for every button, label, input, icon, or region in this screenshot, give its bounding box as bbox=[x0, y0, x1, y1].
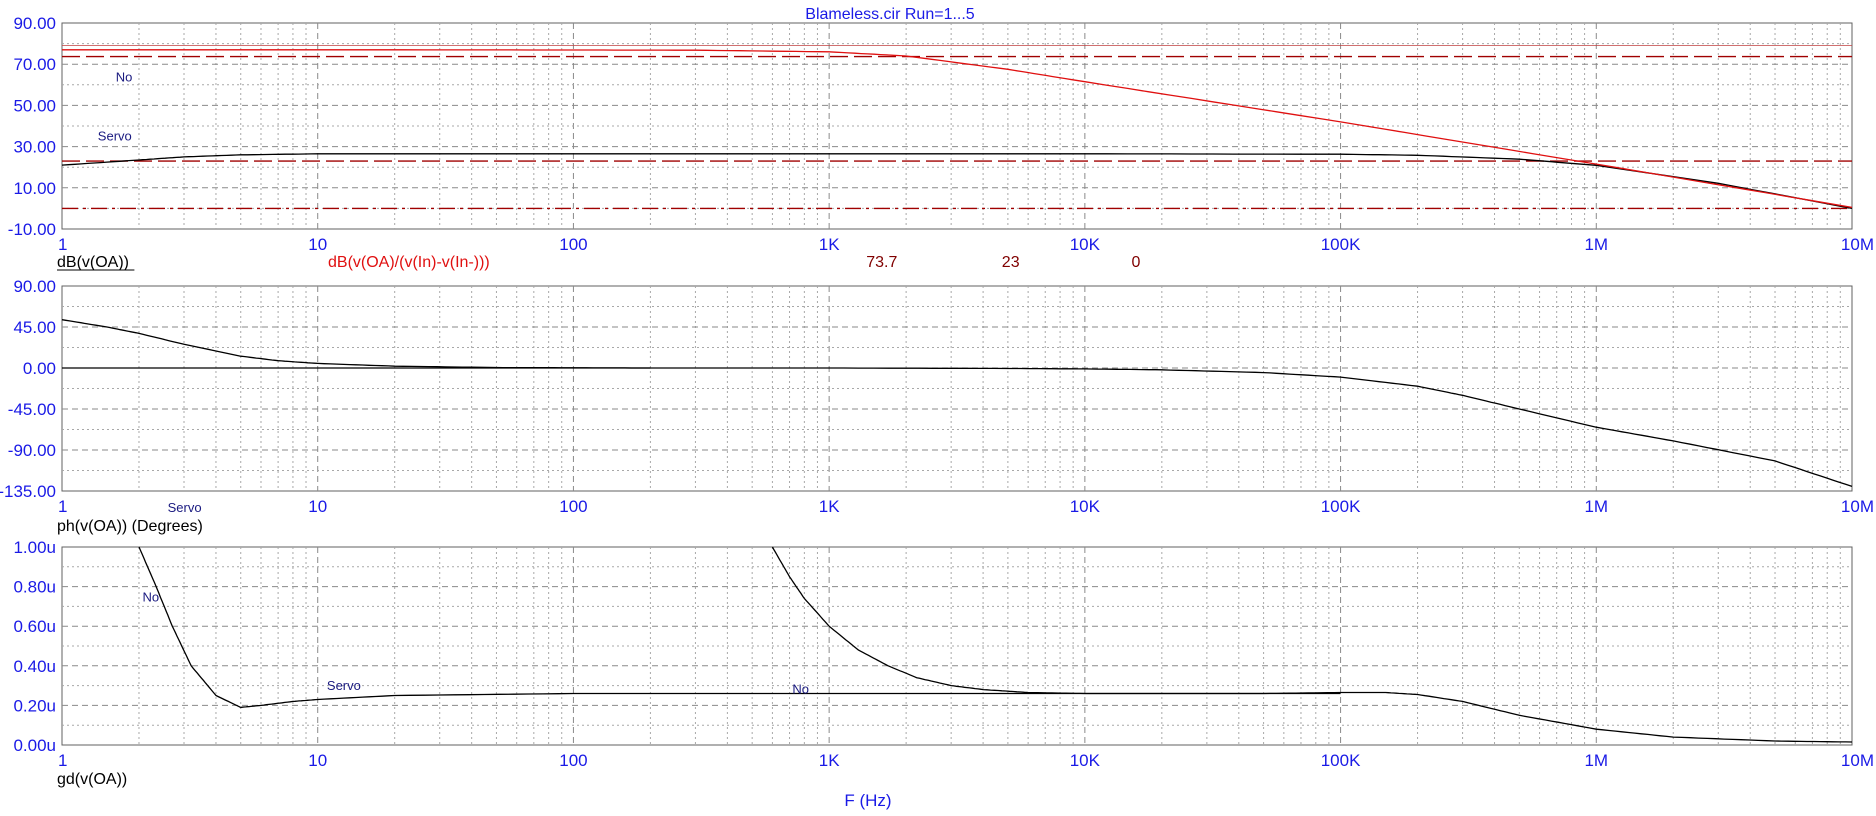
panel-ylabel: dB(v(OA)) bbox=[57, 254, 129, 271]
x-tick-label: 1 bbox=[58, 751, 67, 770]
x-tick-label: 100K bbox=[1321, 235, 1361, 254]
x-tick-label: 10K bbox=[1070, 235, 1101, 254]
marker-value-label: 23 bbox=[1002, 254, 1020, 271]
x-tick-label: 10M bbox=[1841, 751, 1874, 770]
y-tick-label: 0.00u bbox=[13, 736, 56, 755]
y-tick-label: 0.20u bbox=[13, 696, 56, 715]
x-tick-label: 1K bbox=[819, 751, 840, 770]
trace-annotation: Servo bbox=[327, 678, 361, 693]
x-tick-label: 100 bbox=[559, 235, 587, 254]
y-tick-label: -135.00 bbox=[0, 482, 56, 501]
y-tick-label: 70.00 bbox=[13, 55, 56, 74]
x-tick-label: 10 bbox=[308, 497, 327, 516]
chart-title: Blameless.cir Run=1...5 bbox=[805, 6, 975, 23]
series-line bbox=[62, 49, 1853, 209]
marker-value-label: 0 bbox=[1132, 254, 1141, 271]
x-tick-label: 1 bbox=[58, 497, 67, 516]
x-tick-label: 1 bbox=[58, 235, 67, 254]
y-tick-label: 50.00 bbox=[13, 96, 56, 115]
x-tick-label: 1K bbox=[819, 497, 840, 516]
x-tick-label: 10K bbox=[1070, 497, 1101, 516]
y-tick-label: -10.00 bbox=[8, 220, 56, 239]
x-tick-label: 100K bbox=[1321, 751, 1361, 770]
y-tick-label: 0.40u bbox=[13, 657, 56, 676]
magnitude-panel: 90.00 70.00 50.00 30.00 10.00 -10.001 10 100 1K 1… bbox=[8, 14, 1874, 271]
x-tick-label: 100 bbox=[559, 751, 587, 770]
x-tick-label: 100 bbox=[559, 497, 587, 516]
y-tick-label: 1.00u bbox=[13, 538, 56, 557]
group-delay-panel: 1.00u 0.80u 0.60u 0.40u 0.20u 0.00u1 10 100 1K 10… bbox=[13, 538, 1874, 788]
phase-panel: 90.00 45.00 0.00 -45.00 -90.00 -135.001 10 100 1… bbox=[0, 277, 1874, 604]
x-tick-label: 10M bbox=[1841, 235, 1874, 254]
y-tick-label: 90.00 bbox=[13, 14, 56, 33]
y-tick-label: -90.00 bbox=[8, 441, 56, 460]
panel-ylabel: gd(v(OA)) bbox=[57, 771, 127, 788]
x-tick-label: 1M bbox=[1584, 497, 1608, 516]
trace-annotation: No bbox=[143, 589, 160, 604]
trace-annotation: No bbox=[116, 70, 133, 85]
x-axis-label: F (Hz) bbox=[844, 791, 891, 810]
x-tick-label: 1M bbox=[1584, 751, 1608, 770]
y-tick-label: 10.00 bbox=[13, 179, 56, 198]
y-tick-label: 90.00 bbox=[13, 277, 56, 296]
y-tick-label: 45.00 bbox=[13, 318, 56, 337]
trace-annotation: Servo bbox=[168, 500, 202, 515]
series-line bbox=[62, 367, 1853, 488]
trace-annotation: No bbox=[792, 682, 809, 697]
x-tick-label: 10K bbox=[1070, 751, 1101, 770]
x-tick-label: 10M bbox=[1841, 497, 1874, 516]
y-tick-label: 0.60u bbox=[13, 617, 56, 636]
y-tick-label: -45.00 bbox=[8, 400, 56, 419]
series-line bbox=[771, 546, 1341, 695]
trace-annotation: Servo bbox=[98, 128, 132, 143]
marker-value-label: 73.7 bbox=[866, 254, 897, 271]
x-tick-label: 10 bbox=[308, 751, 327, 770]
x-tick-label: 1M bbox=[1584, 235, 1608, 254]
x-tick-label: 1K bbox=[819, 235, 840, 254]
y-tick-label: 0.00 bbox=[23, 359, 56, 378]
y-tick-label: 30.00 bbox=[13, 138, 56, 157]
y-tick-label: 0.80u bbox=[13, 578, 56, 597]
plot-canvas: Blameless.cir Run=1...5 90.00 70.00 50.00 3… bbox=[0, 6, 1874, 810]
x-tick-label: 100K bbox=[1321, 497, 1361, 516]
x-tick-label: 10 bbox=[308, 235, 327, 254]
secondary-trace-label: dB(v(OA)/(v(In)-v(In-))) bbox=[328, 254, 490, 271]
panel-ylabel: ph(v(OA)) (Degrees) bbox=[57, 518, 203, 535]
series-line bbox=[138, 546, 1853, 743]
